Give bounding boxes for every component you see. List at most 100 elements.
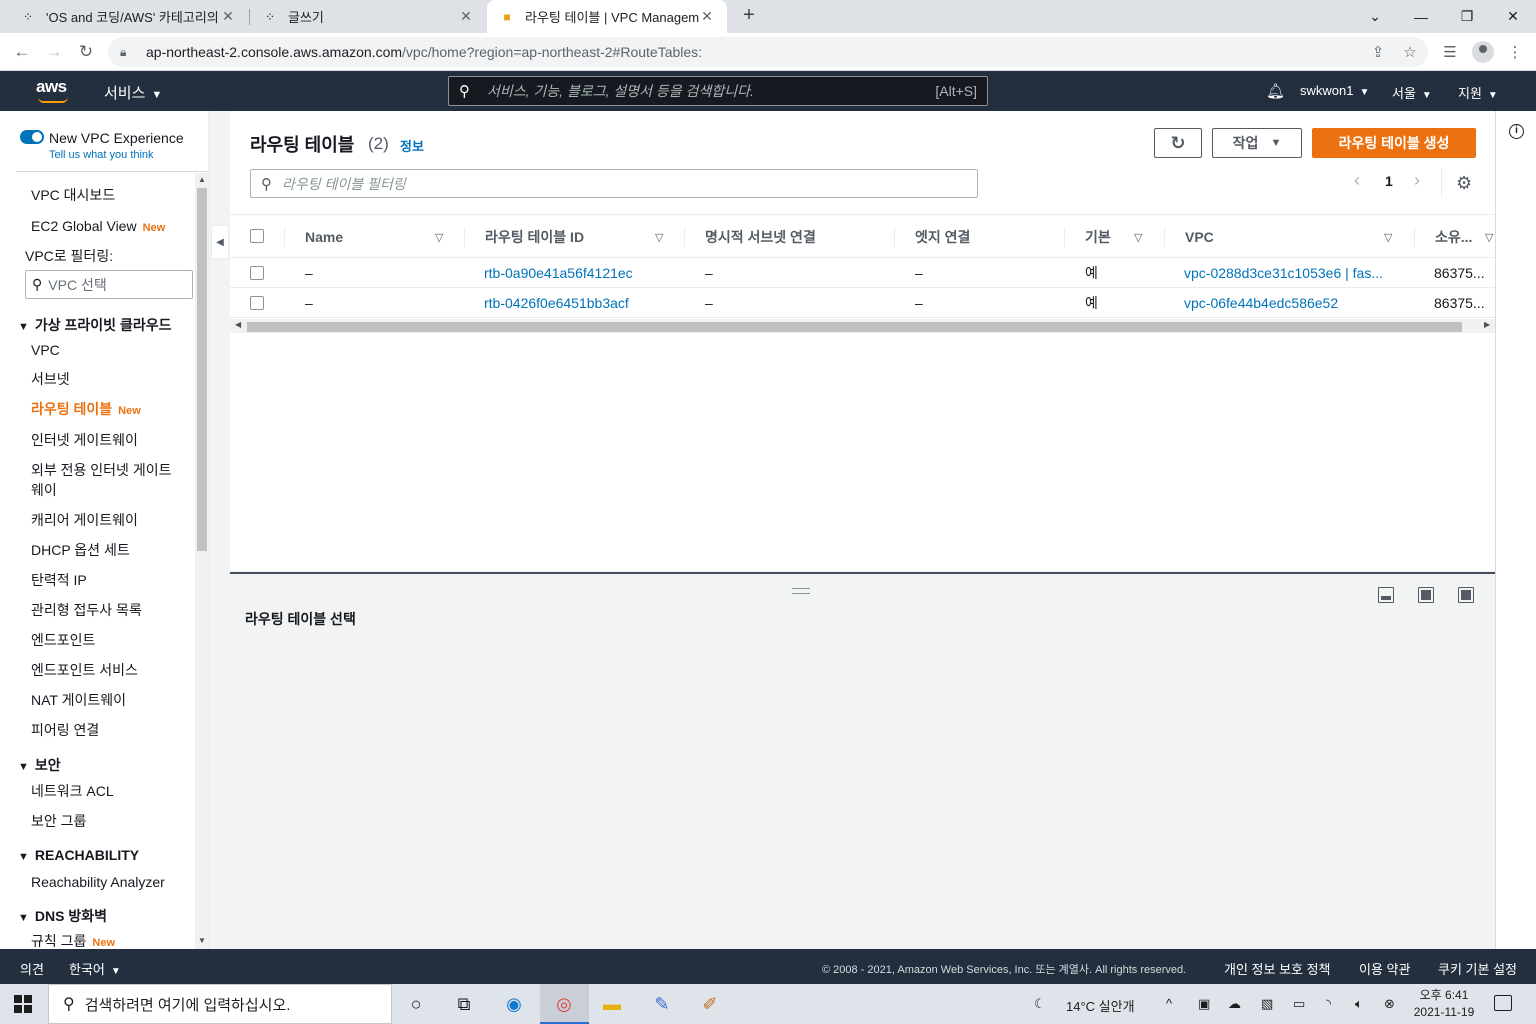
column-header-owner[interactable]: 소유... ▽ — [1435, 215, 1495, 259]
sidebar-item-network-acl[interactable]: 네트워크 ACL — [31, 781, 114, 801]
sidebar-item-reachability-analyzer[interactable]: Reachability Analyzer — [31, 872, 165, 892]
network-icon[interactable]: ◝ — [1326, 996, 1331, 1012]
table-row[interactable]: – rtb-0a90e41a56f4121ec – – 예 vpc-0288d3… — [230, 258, 1495, 288]
file-explorer-icon[interactable]: ▬ — [598, 990, 626, 1018]
tray-app-icon[interactable]: ▣ — [1198, 996, 1210, 1012]
dock-bottom-icon[interactable] — [1378, 587, 1394, 603]
sidebar-item-ec2-global-view[interactable]: EC2 Global View New — [31, 216, 165, 238]
profile-avatar-icon[interactable] — [1472, 41, 1494, 63]
forward-icon[interactable]: → — [42, 40, 66, 64]
weather-text[interactable]: 14°C 실안개 — [1066, 996, 1135, 1015]
actions-button[interactable]: 작업 ▼ — [1212, 128, 1302, 158]
scroll-left-icon[interactable]: ◀ — [235, 320, 241, 329]
info-icon[interactable]: i — [1509, 124, 1524, 139]
browser-tab-1[interactable]: ⁘ 'OS and 코딩/AWS' 카테고리의 ✕ — [8, 0, 248, 33]
feedback-link[interactable]: 의견 — [20, 959, 44, 978]
cortana-icon[interactable]: ○ — [402, 990, 430, 1018]
dock-side-icon[interactable] — [1418, 587, 1434, 603]
aws-logo[interactable]: aws — [36, 78, 72, 103]
scrollbar-thumb[interactable] — [197, 188, 207, 551]
new-tab-icon[interactable]: + — [738, 4, 760, 28]
account-menu[interactable]: swkwon1 ▼ — [1300, 83, 1369, 98]
cell-vpc-link[interactable]: vpc-06fe44b4edc586e52 — [1184, 288, 1394, 318]
reading-list-icon[interactable]: ☰ — [1440, 42, 1460, 62]
ime-off-icon[interactable]: ⊗ — [1384, 996, 1395, 1012]
region-menu[interactable]: 서울 ▼ — [1392, 83, 1432, 102]
taskbar-clock[interactable]: 오후 6:41 2021-11-19 — [1406, 987, 1482, 1021]
next-page-icon[interactable]: › — [1414, 170, 1420, 191]
sidebar-item-dhcp-options[interactable]: DHCP 옵션 세트 — [31, 540, 130, 560]
sort-icon[interactable]: ▽ — [1384, 231, 1392, 244]
column-header-explicit-subnet[interactable]: 명시적 서브넷 연결 — [705, 215, 895, 259]
bookmark-star-icon[interactable]: ☆ — [1400, 42, 1420, 62]
onedrive-icon[interactable]: ☁ — [1228, 996, 1241, 1012]
split-panel-divider[interactable] — [230, 572, 1495, 574]
sidebar-item-endpoints[interactable]: 엔드포인트 — [31, 630, 95, 650]
preferences-gear-icon[interactable]: ⚙ — [1456, 173, 1472, 194]
scroll-right-icon[interactable]: ▶ — [1484, 320, 1490, 329]
browser-tab-3-active[interactable]: ■ 라우팅 테이블 | VPC Manageme ✕ — [487, 0, 727, 33]
terms-link[interactable]: 이용 약관 — [1359, 959, 1410, 978]
column-header-name[interactable]: Name ▽ — [305, 215, 465, 259]
table-horizontal-scrollbar[interactable]: ◀ ▶ — [230, 319, 1495, 333]
tray-app-2-icon[interactable]: ▧ — [1261, 996, 1273, 1012]
back-icon[interactable]: ← — [10, 40, 34, 64]
windows-start-icon[interactable] — [14, 995, 32, 1013]
row-checkbox[interactable] — [250, 266, 264, 280]
restore-icon[interactable]: ❐ — [1444, 0, 1490, 33]
sidebar-item-nat-gateways[interactable]: NAT 게이트웨이 — [31, 690, 126, 710]
info-link[interactable]: 정보 — [400, 136, 424, 155]
reload-icon[interactable]: ↻ — [74, 40, 98, 64]
cell-route-table-id-link[interactable]: rtb-0426f0e6451bb3acf — [484, 288, 684, 318]
sidebar-item-subnets[interactable]: 서브넷 — [31, 369, 70, 389]
collapse-sidebar-icon[interactable]: ◀ — [211, 225, 229, 259]
sort-icon[interactable]: ▽ — [1485, 231, 1493, 244]
feedback-link[interactable]: Tell us what you think — [49, 149, 154, 161]
route-table-filter-input[interactable]: ⚲ 라우팅 테이블 필터링 — [250, 169, 978, 198]
taskbar-search-input[interactable]: ⚲ 검색하려면 여기에 입력하십시오. — [48, 984, 392, 1024]
cell-vpc-link[interactable]: vpc-0288d3ce31c1053e6 | fas... — [1184, 258, 1394, 288]
resize-grip-icon[interactable] — [792, 588, 810, 594]
sidebar-item-elastic-ip[interactable]: 탄력적 IP — [31, 570, 87, 590]
sidebar-item-vpc[interactable]: VPC — [31, 340, 60, 360]
row-checkbox[interactable] — [250, 296, 264, 310]
sidebar-scrollbar[interactable]: ▲ ▼ — [195, 173, 208, 949]
sort-icon[interactable]: ▽ — [435, 231, 443, 244]
column-header-vpc[interactable]: VPC ▽ — [1185, 215, 1415, 259]
table-row[interactable]: – rtb-0426f0e6451bb3acf – – 예 vpc-06fe44… — [230, 288, 1495, 318]
sidebar-item-egress-only-igw[interactable]: 외부 전용 인터넷 게이트 웨이 — [31, 460, 171, 500]
column-header-route-table-id[interactable]: 라우팅 테이블 ID ▽ — [485, 215, 685, 259]
new-vpc-experience-toggle[interactable] — [20, 130, 44, 144]
tab-search-icon[interactable]: ⌄ — [1352, 0, 1398, 33]
notifications-bell-icon[interactable]: 🔔︎ — [1266, 82, 1285, 100]
column-header-main[interactable]: 기본 ▽ — [1085, 215, 1165, 259]
create-route-table-button[interactable]: 라우팅 테이블 생성 — [1312, 128, 1476, 158]
dock-full-icon[interactable] — [1458, 587, 1474, 603]
weather-moon-icon[interactable]: ☾ — [1034, 996, 1046, 1012]
battery-icon[interactable]: ▭ — [1293, 996, 1305, 1012]
language-selector[interactable]: 한국어 ▼ — [69, 959, 121, 978]
sidebar-item-vpc-dashboard[interactable]: VPC 대시보드 — [31, 185, 115, 205]
close-tab-icon[interactable]: ✕ — [220, 8, 236, 25]
section-reachability[interactable]: ▼ REACHABILITY — [18, 847, 139, 863]
sort-icon[interactable]: ▽ — [1134, 231, 1142, 244]
minimize-icon[interactable]: — — [1398, 0, 1444, 33]
browser-menu-icon[interactable]: ⋮ — [1505, 42, 1525, 62]
sidebar-item-endpoint-services[interactable]: 엔드포인트 서비스 — [31, 660, 138, 680]
column-header-edge[interactable]: 엣지 연결 — [915, 215, 1065, 259]
browser-tab-2[interactable]: ⁘ 글쓰기 ✕ — [250, 0, 486, 33]
aws-search-input[interactable]: ⚲ 서비스, 기능, 블로그, 설명서 등을 검색합니다. [Alt+S] — [448, 76, 988, 106]
support-menu[interactable]: 지원 ▼ — [1458, 83, 1498, 102]
edge-browser-icon[interactable]: ◉ — [500, 990, 528, 1018]
page-number[interactable]: 1 — [1385, 173, 1393, 189]
sidebar-item-rule-groups[interactable]: 규칙 그룹 New — [31, 931, 115, 949]
paint3d-app-icon[interactable]: ✐ — [696, 990, 724, 1018]
scrollbar-thumb[interactable] — [247, 322, 1462, 332]
cookie-preferences-link[interactable]: 쿠키 기본 설정 — [1438, 959, 1517, 978]
sidebar-item-peering[interactable]: 피어링 연결 — [31, 720, 99, 740]
sidebar-item-carrier-gateways[interactable]: 캐리어 게이트웨이 — [31, 510, 138, 530]
cell-route-table-id-link[interactable]: rtb-0a90e41a56f4121ec — [484, 258, 684, 288]
select-all-checkbox[interactable] — [250, 229, 264, 243]
refresh-button[interactable]: ↻ — [1154, 128, 1202, 158]
privacy-link[interactable]: 개인 정보 보호 정책 — [1224, 959, 1331, 978]
